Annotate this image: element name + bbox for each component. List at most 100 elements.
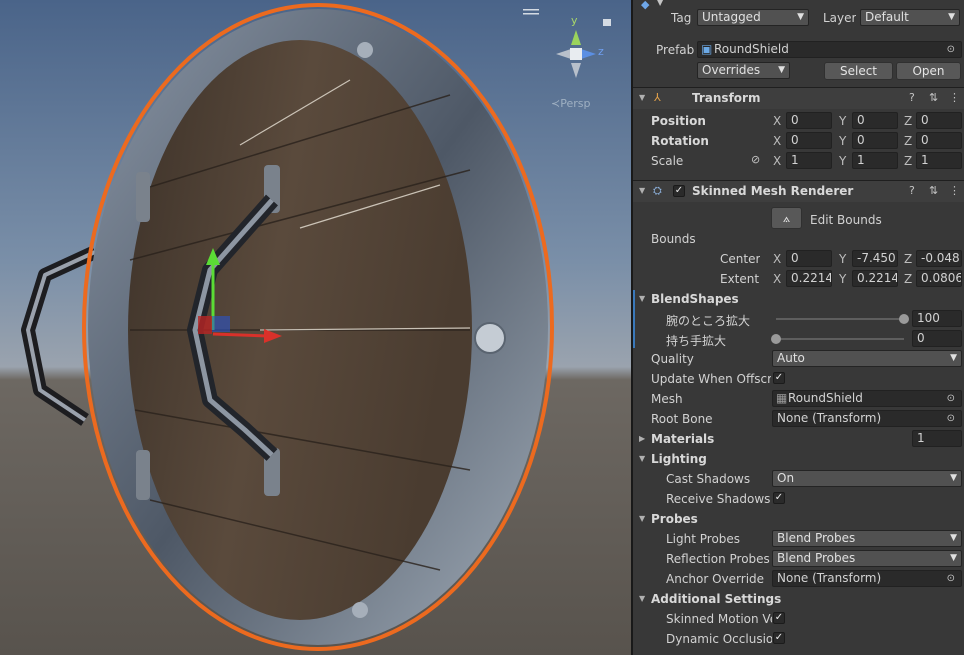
extent-z-field[interactable]: 0.0806	[916, 270, 962, 287]
foldout-open-icon[interactable]: ▼	[639, 594, 645, 603]
mesh-grid-icon: ▦	[776, 391, 788, 405]
mesh-renderer-icon: ⛭	[653, 184, 662, 197]
blendshape-slider-track[interactable]	[776, 338, 904, 340]
dropdown-arrow-icon: ▼	[950, 473, 957, 483]
select-button[interactable]: Select	[824, 62, 893, 80]
position-x-field[interactable]: 0	[786, 112, 832, 129]
edit-bounds-button[interactable]: ⟑	[771, 207, 802, 229]
object-picker-icon[interactable]: ⊙	[947, 42, 955, 57]
foldout-open-icon[interactable]: ▼	[639, 514, 645, 523]
blendshape-slider-track[interactable]	[776, 318, 904, 320]
inspector-panel: ◆ ▼ Tag Untagged ▼ Layer Default ▼ Prefab …	[633, 0, 964, 655]
dropdown-arrow-icon: ▼	[778, 65, 785, 75]
foldout-open-icon[interactable]: ▼	[639, 93, 645, 102]
axis-x-label: X	[773, 252, 782, 266]
presets-icon[interactable]: ⇅	[929, 91, 938, 104]
layer-value: Default	[865, 10, 909, 24]
update-offscreen-checkbox[interactable]: ✓	[773, 372, 785, 384]
blendshape-value-field[interactable]: 0	[912, 330, 962, 347]
axis-x-label: X	[773, 114, 782, 128]
reflection-probes-dropdown[interactable]: Blend Probes ▼	[772, 550, 962, 567]
shield-render	[21, 3, 611, 651]
foldout-open-icon[interactable]: ▼	[639, 186, 645, 195]
smr-enabled-checkbox[interactable]: ✓	[673, 185, 685, 197]
foldout-closed-icon[interactable]: ▶	[639, 434, 645, 443]
axis-z-label: Z	[904, 114, 913, 128]
probes-row[interactable]: ▼ Probes	[633, 509, 964, 529]
position-z-field[interactable]: 0	[916, 112, 962, 129]
reflection-probes-value: Blend Probes	[777, 551, 856, 565]
edit-bounds-row: ⟑ Edit Bounds	[633, 206, 964, 230]
prefab-field[interactable]: ▣ RoundShield ⊙	[697, 41, 962, 58]
overrides-dropdown[interactable]: Overrides ▼	[697, 62, 790, 79]
help-icon[interactable]: ?	[909, 184, 915, 197]
lighting-row[interactable]: ▼ Lighting	[633, 449, 964, 469]
dropdown-icon[interactable]: ▼	[657, 0, 663, 7]
root-bone-row: Root Bone None (Transform) ⊙	[633, 409, 964, 429]
position-y-field[interactable]: 0	[852, 112, 898, 129]
open-button[interactable]: Open	[896, 62, 961, 80]
center-label: Center	[720, 252, 761, 266]
layer-dropdown[interactable]: Default ▼	[860, 9, 960, 26]
settings-icon[interactable]: ⋮	[949, 184, 960, 197]
object-picker-icon[interactable]: ⊙	[947, 391, 955, 406]
foldout-open-icon[interactable]: ▼	[639, 454, 645, 463]
position-row: Position X 0 Y 0 Z 0	[633, 111, 964, 131]
axis-z-label: Z	[904, 134, 913, 148]
center-y-field[interactable]: -7.450	[852, 250, 898, 267]
scale-y-field[interactable]: 1	[852, 152, 898, 169]
blendshape-value-field[interactable]: 100	[912, 310, 962, 327]
scale-z-field[interactable]: 1	[916, 152, 962, 169]
center-x-field[interactable]: 0	[786, 250, 832, 267]
settings-icon[interactable]: ⋮	[949, 91, 960, 104]
blendshape-label: 腕のところ拡大	[666, 314, 751, 328]
receive-shadows-checkbox[interactable]: ✓	[773, 492, 785, 504]
materials-row[interactable]: ▶ Materials 1	[633, 429, 964, 449]
layer-label: Layer	[823, 11, 857, 25]
blendshape-slider-knob[interactable]	[771, 334, 781, 344]
rotation-y-field[interactable]: 0	[852, 132, 898, 149]
extent-y-field[interactable]: 0.2214	[852, 270, 898, 287]
blendshape-slider-knob[interactable]	[899, 314, 909, 324]
persp-label[interactable]: ≺Persp	[551, 97, 590, 110]
orientation-gizmo	[556, 30, 596, 78]
tag-dropdown[interactable]: Untagged ▼	[697, 9, 809, 26]
object-picker-icon[interactable]: ⊙	[947, 411, 955, 426]
root-bone-field[interactable]: None (Transform) ⊙	[772, 410, 962, 427]
mesh-field[interactable]: ▦ RoundShield ⊙	[772, 390, 962, 407]
quality-dropdown[interactable]: Auto ▼	[772, 350, 962, 367]
rotation-x-field[interactable]: 0	[786, 132, 832, 149]
transform-header[interactable]: ▼ ⅄ Transform ? ⇅ ⋮	[633, 87, 964, 109]
dynamic-occlusion-label: Dynamic Occlusio	[666, 632, 772, 646]
quality-row: Quality Auto ▼	[633, 349, 964, 369]
materials-count-field[interactable]: 1	[912, 430, 962, 447]
lighting-label: Lighting	[651, 452, 707, 466]
tag-label: Tag	[671, 11, 692, 25]
edit-bounds-label: Edit Bounds	[810, 213, 882, 227]
presets-icon[interactable]: ⇅	[929, 184, 938, 197]
light-probes-dropdown[interactable]: Blend Probes ▼	[772, 530, 962, 547]
axis-y-label: Y	[839, 134, 847, 148]
rotation-z-field[interactable]: 0	[916, 132, 962, 149]
dynamic-occlusion-checkbox[interactable]: ✓	[773, 632, 785, 644]
additional-settings-row[interactable]: ▼ Additional Settings	[633, 589, 964, 609]
skinned-motion-checkbox[interactable]: ✓	[773, 612, 785, 624]
cast-shadows-dropdown[interactable]: On ▼	[772, 470, 962, 487]
blendshapes-row[interactable]: ▼ BlendShapes	[633, 289, 964, 309]
scene-view[interactable]: y z ≺Persp	[0, 0, 631, 655]
anchor-override-label: Anchor Override	[666, 572, 765, 586]
object-picker-icon[interactable]: ⊙	[947, 571, 955, 586]
smr-header[interactable]: ▼ ⛭ ✓ Skinned Mesh Renderer ? ⇅ ⋮	[633, 180, 964, 202]
blendshape-row: 持ち手拡大 0	[633, 329, 964, 349]
anchor-override-field[interactable]: None (Transform) ⊙	[772, 570, 962, 587]
transform-icon: ⅄	[654, 91, 661, 104]
center-z-field[interactable]: -0.048	[916, 250, 962, 267]
extent-x-field[interactable]: 0.2214	[786, 270, 832, 287]
constrain-proportions-icon[interactable]: ⊘	[751, 153, 760, 166]
scale-x-field[interactable]: 1	[786, 152, 832, 169]
help-icon[interactable]: ?	[909, 91, 915, 104]
foldout-open-icon[interactable]: ▼	[639, 294, 645, 303]
reflection-probes-label: Reflection Probes	[666, 552, 770, 566]
axis-x-label: X	[773, 134, 782, 148]
axis-x-label: X	[773, 154, 782, 168]
